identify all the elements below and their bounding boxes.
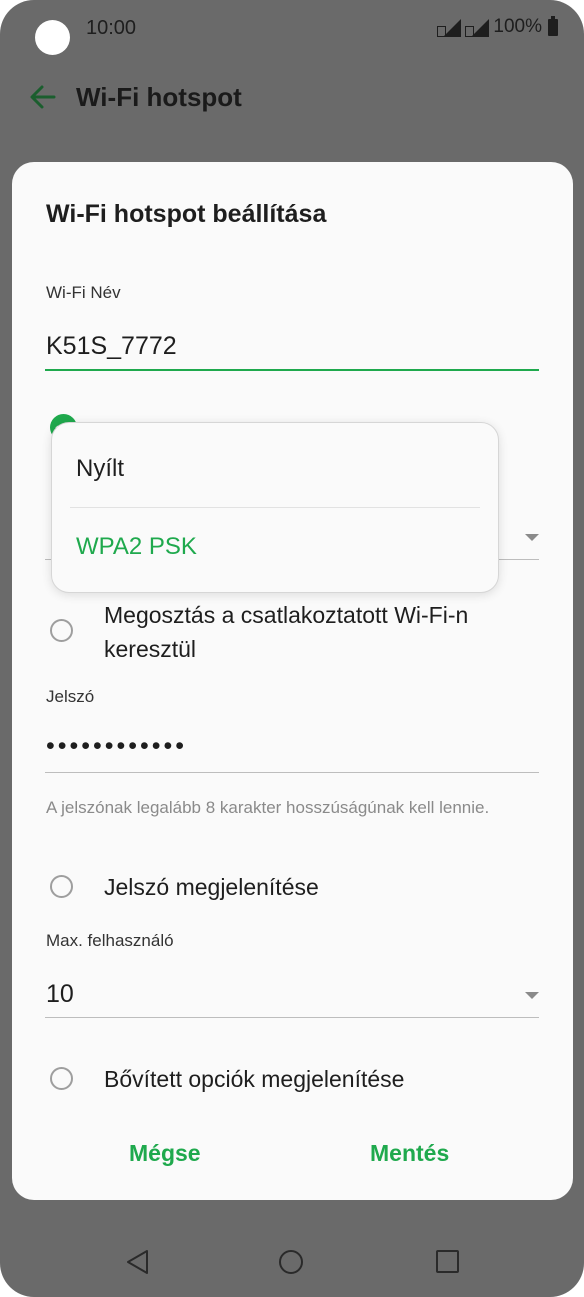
wifi-name-input[interactable]: K51S_7772 bbox=[46, 332, 177, 361]
signal-sim2-icon bbox=[465, 17, 490, 37]
security-type-menu: Nyílt WPA2 PSK bbox=[51, 422, 499, 593]
password-input[interactable]: •••••••••••• bbox=[46, 732, 187, 761]
signal-sim1-icon bbox=[437, 17, 462, 37]
max-users-underline bbox=[45, 1017, 539, 1018]
password-underline bbox=[45, 772, 539, 773]
camera-cutout bbox=[35, 20, 70, 55]
triangle-back-icon[interactable] bbox=[124, 1248, 150, 1276]
password-label: Jelszó bbox=[46, 687, 95, 706]
status-time: 10:00 bbox=[86, 17, 137, 39]
advanced-options-checkbox[interactable] bbox=[50, 1067, 73, 1090]
menu-item-open[interactable]: Nyílt bbox=[76, 455, 124, 483]
battery-percent: 100% bbox=[493, 16, 542, 37]
max-users-label: Max. felhasználó bbox=[46, 931, 174, 950]
security-dropdown-arrow-icon[interactable] bbox=[525, 534, 539, 541]
max-users-dropdown-arrow-icon[interactable] bbox=[525, 992, 539, 999]
square-recent-icon[interactable] bbox=[436, 1250, 459, 1273]
menu-divider bbox=[70, 507, 480, 508]
dialog-title: Wi-Fi hotspot beállítása bbox=[46, 200, 327, 228]
show-password-checkbox[interactable] bbox=[50, 875, 73, 898]
arrow-left-icon[interactable] bbox=[28, 82, 58, 112]
advanced-options-label: Bővített opciók megjelenítése bbox=[104, 1066, 405, 1092]
hotspot-settings-dialog: Wi-Fi hotspot beállítása Wi-Fi Név K51S_… bbox=[12, 162, 573, 1200]
show-password-label: Jelszó megjelenítése bbox=[104, 874, 319, 900]
circle-home-icon[interactable] bbox=[279, 1250, 303, 1274]
battery-icon bbox=[548, 15, 558, 36]
cancel-button[interactable]: Mégse bbox=[129, 1140, 201, 1167]
status-icons: 100% bbox=[437, 15, 558, 38]
share-label: Megosztás a csatlakoztatott Wi-Fi-n kere… bbox=[104, 602, 469, 662]
save-button[interactable]: Mentés bbox=[370, 1140, 449, 1167]
wifi-name-label: Wi-Fi Név bbox=[46, 283, 121, 302]
app-bar-title: Wi-Fi hotspot bbox=[76, 82, 242, 112]
share-checkbox[interactable] bbox=[50, 619, 73, 642]
max-users-select[interactable]: 10 bbox=[46, 980, 74, 1009]
wifi-name-underline bbox=[45, 369, 539, 371]
menu-item-wpa2-psk[interactable]: WPA2 PSK bbox=[76, 533, 197, 561]
phone-screen: 10:00 100% Wi-Fi hotspot Wi-Fi hotspot b… bbox=[0, 0, 584, 1297]
password-hint: A jelszónak legalább 8 karakter hosszúsá… bbox=[46, 798, 490, 817]
